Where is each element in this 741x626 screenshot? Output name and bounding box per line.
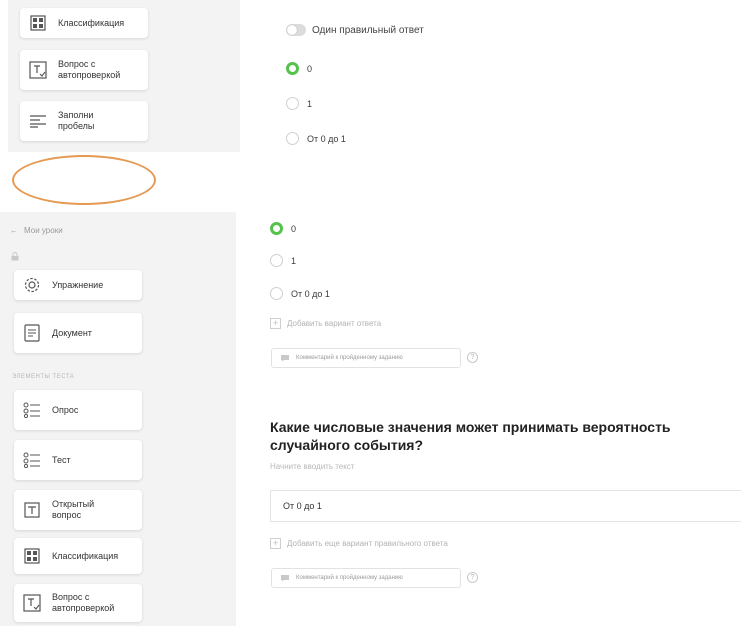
radio-selected[interactable] [286, 62, 299, 75]
comment-button[interactable]: Комментарий к пройденному заданию [271, 348, 461, 368]
add-correct-answer-button[interactable]: + Добавить еще вариант правильного ответ… [270, 538, 448, 549]
test-item-label: Открытый вопрос [52, 499, 95, 520]
text-box-icon [22, 500, 42, 520]
text-check-icon [22, 593, 42, 613]
question-text[interactable]: Какие числовые значения может принимать … [270, 418, 740, 454]
radio-unselected[interactable] [286, 97, 299, 110]
option-row[interactable]: 0 [286, 62, 312, 75]
add-option-label: Добавить вариант ответа [287, 319, 382, 328]
option-label: От 0 до 1 [307, 133, 346, 144]
toggle-knob [287, 25, 297, 35]
option-row[interactable]: 0 [270, 222, 296, 235]
toggle-label: Один правильный ответ [312, 24, 424, 36]
radio-unselected[interactable] [270, 287, 283, 300]
option-label: 0 [291, 223, 297, 234]
sidebar-item-label: Вопрос с автопроверкой [58, 59, 121, 80]
option-label: 1 [291, 255, 297, 266]
test-item-test[interactable]: Тест [14, 440, 142, 480]
test-item-label: Классификация [52, 550, 119, 561]
question-placeholder[interactable]: Начните вводить текст [270, 462, 355, 471]
add-correct-label: Добавить еще вариант правильного ответа [287, 539, 448, 548]
sidebar-item-label: Классификация [58, 17, 125, 28]
speech-bubble-icon [280, 569, 290, 587]
test-item-label: Опрос [52, 404, 79, 415]
arrow-left-icon: ← [10, 226, 18, 235]
option-row[interactable]: От 0 до 1 [286, 132, 346, 145]
document-icon [22, 323, 42, 343]
back-link-label: Мои уроки [24, 226, 63, 235]
option-label: От 0 до 1 [291, 288, 330, 299]
plus-icon: + [270, 318, 281, 329]
help-icon[interactable]: ? [467, 352, 478, 363]
sidebar-item-autocheck-question[interactable]: Вопрос с автопроверкой [20, 50, 148, 90]
test-item-poll[interactable]: Опрос [14, 390, 142, 430]
grid-icon [28, 13, 48, 33]
annotation-ellipse [12, 155, 156, 205]
comment-button[interactable]: Комментарий к пройденному заданию [271, 568, 461, 588]
section-caption: ЭЛЕМЕНТЫ ТЕСТА [12, 374, 75, 380]
tool-exercise[interactable]: Упражнение [14, 270, 142, 300]
option-row[interactable]: 1 [270, 254, 296, 267]
single-answer-toggle-row[interactable]: Один правильный ответ [286, 24, 424, 36]
option-row[interactable]: 1 [286, 97, 312, 110]
add-option-button[interactable]: + Добавить вариант ответа [270, 318, 381, 329]
test-item-open-question[interactable]: Открытый вопрос [14, 490, 142, 530]
test-item-autocheck-question[interactable]: Вопрос с автопроверкой [14, 584, 142, 622]
speech-bubble-icon [280, 349, 290, 367]
tool-document[interactable]: Документ [14, 313, 142, 353]
radio-unselected[interactable] [270, 254, 283, 267]
option-row[interactable]: От 0 до 1 [270, 287, 330, 300]
radio-selected[interactable] [270, 222, 283, 235]
answer-field[interactable]: От 0 до 1 [270, 490, 741, 522]
option-label: 0 [307, 63, 313, 74]
tool-label: Упражнение [52, 279, 104, 290]
help-icon[interactable]: ? [467, 572, 478, 583]
lines-icon [28, 111, 48, 131]
comment-label: Комментарий к пройденному заданию [296, 355, 403, 361]
radio-unselected[interactable] [286, 132, 299, 145]
tool-label: Документ [52, 327, 92, 338]
sidebar-item-fill-gaps[interactable]: Заполни пробелы [20, 101, 148, 141]
back-link[interactable]: ← Мои уроки [10, 226, 63, 235]
gear-icon [22, 275, 42, 295]
sidebar-item-classification[interactable]: Классификация [20, 8, 148, 38]
test-item-label: Вопрос с автопроверкой [52, 592, 115, 613]
option-label: 1 [307, 98, 313, 109]
list-icon [22, 450, 42, 470]
plus-icon: + [270, 538, 281, 549]
text-check-icon [28, 60, 48, 80]
single-answer-toggle[interactable] [286, 24, 306, 36]
grid-icon [22, 546, 42, 566]
test-item-classification[interactable]: Классификация [14, 538, 142, 574]
comment-label: Комментарий к пройденному заданию [296, 575, 403, 581]
test-item-label: Тест [52, 454, 71, 465]
lock-icon [11, 252, 19, 261]
sidebar-item-label: Заполни пробелы [58, 110, 95, 131]
list-icon [22, 400, 42, 420]
